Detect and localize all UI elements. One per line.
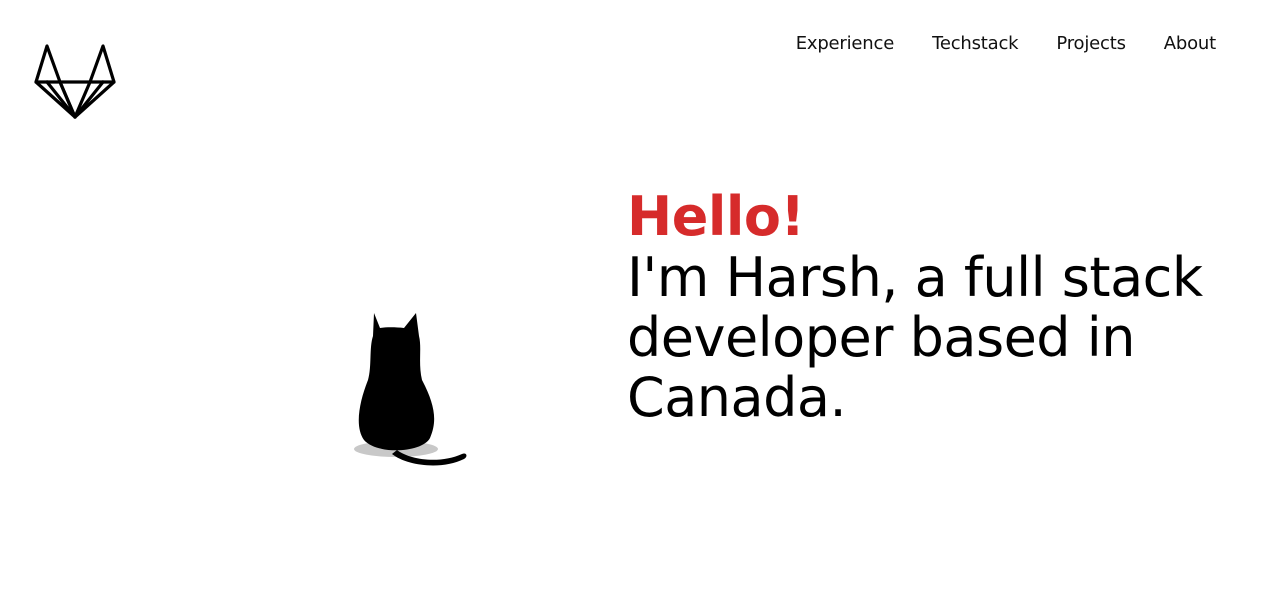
nav-item-experience[interactable]: Experience [796, 32, 895, 56]
greeting-heading: Hello! [627, 185, 805, 248]
nav-item-techstack[interactable]: Techstack [932, 32, 1019, 56]
fox-logo-icon[interactable] [33, 42, 117, 120]
cat-silhouette-icon [352, 308, 472, 468]
hero-text: Hello! I'm Harsh, a full stack developer… [627, 186, 1237, 428]
intro-text: I'm Harsh, a full stack developer based … [627, 246, 1203, 429]
nav-item-projects[interactable]: Projects [1056, 32, 1126, 56]
nav-item-about[interactable]: About [1164, 32, 1216, 56]
main-nav: Experience Techstack Projects About [796, 32, 1216, 56]
